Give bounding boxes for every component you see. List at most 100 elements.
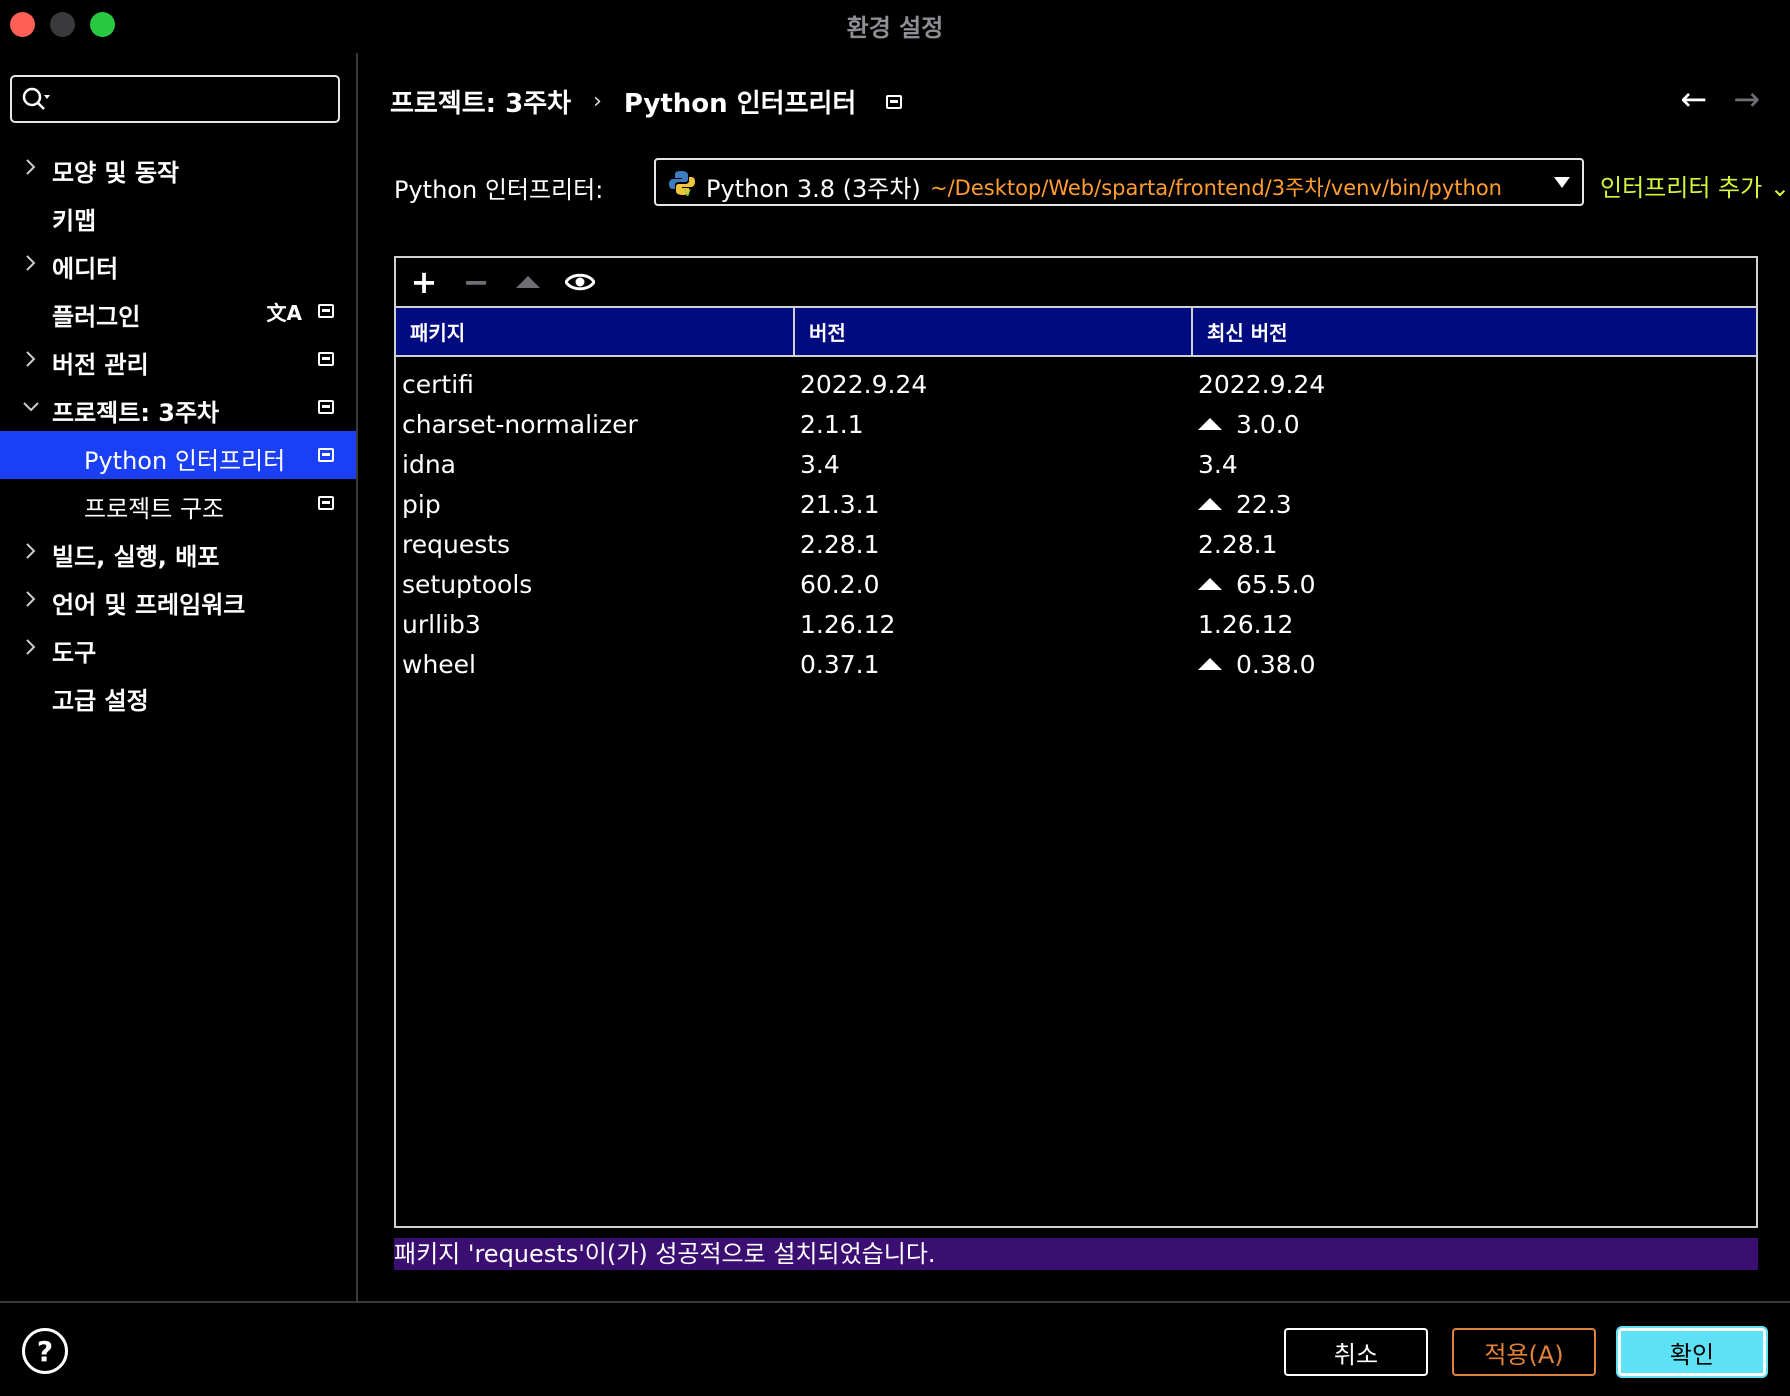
table-row[interactable]: urllib3 1.26.12 1.26.12 [396,604,1756,644]
breadcrumb-project[interactable]: 프로젝트: 3주차 [390,83,571,120]
project-scope-icon [318,352,334,366]
sidebar-item[interactable]: 에디터 [0,239,356,287]
upgrade-package-button[interactable] [512,266,544,298]
chevron-right-icon[interactable] [22,541,40,561]
forward-arrow-icon[interactable]: → [1733,83,1760,115]
sidebar-item-label: 에디터 [52,255,119,283]
back-arrow-icon[interactable]: ← [1680,83,1707,115]
package-version: 1.26.12 [800,609,896,639]
sidebar-item-label: 키맵 [52,207,97,235]
sidebar-item-label: 빌드, 실행, 배포 [52,543,220,571]
package-name-cell: requests [396,524,794,564]
table-row[interactable]: idna 3.4 3.4 [396,444,1756,484]
package-latest-cell: 0.38.0 [1192,644,1756,684]
table-row[interactable]: wheel 0.37.1 0.38.0 [396,644,1756,684]
package-version: 2022.9.24 [800,370,928,399]
sidebar-item-label: 고급 설정 [52,687,149,715]
settings-nav-tree: 모양 및 동작키맵에디터플러그인 文A 버전 관리프로젝트: 3주차 Python 인… [0,143,356,719]
package-name: wheel [402,649,476,679]
package-name: certifi [402,370,474,399]
column-header-version[interactable]: 버전 [794,308,1193,357]
package-version-cell: 2.1.1 [794,404,1192,444]
table-row[interactable]: setuptools 60.2.0 65.5.0 [396,564,1756,604]
install-package-button[interactable]: + [408,263,440,301]
upgrade-available-icon [1198,657,1222,670]
sidebar-divider[interactable] [356,53,358,1301]
package-latest: 3.4 [1198,449,1238,479]
packages-table: 패키지 버전 최신 버전 certifi 2022.9.24 2022.9.24 ch… [396,308,1756,684]
show-early-releases-button[interactable] [564,266,596,298]
sidebar-item[interactable]: 플러그인 文A [0,287,356,335]
search-input[interactable] [60,83,330,115]
help-button[interactable]: ? [22,1328,68,1374]
eye-icon [565,273,595,291]
package-name: charset-normalizer [402,409,638,439]
chevron-right-icon[interactable] [22,589,40,609]
package-name: pip [402,489,441,519]
sidebar-item[interactable]: 고급 설정 [0,671,356,719]
chevron-down-icon[interactable] [22,397,40,417]
cancel-button[interactable]: 취소 [1284,1328,1428,1376]
sidebar-item[interactable]: Python 인터프리터 [0,431,356,479]
column-header-latest-version[interactable]: 최신 버전 [1192,308,1756,357]
project-scope-icon [886,94,903,109]
chevron-right-icon[interactable] [22,157,40,177]
add-interpreter-link[interactable]: 인터프리터 추가 ⌄ [1600,168,1790,203]
package-version-cell: 2.28.1 [794,524,1192,564]
table-row[interactable]: requests 2.28.1 2.28.1 [396,524,1756,564]
chevron-right-icon[interactable] [22,253,40,273]
uninstall-package-button[interactable]: − [460,263,492,301]
footer-divider [0,1301,1790,1303]
apply-button[interactable]: 적용(A) [1452,1328,1596,1376]
upgrade-available-icon [1198,497,1222,510]
project-scope-icon [318,496,334,510]
sidebar-item[interactable]: 프로젝트: 3주차 [0,383,356,431]
package-version: 2.1.1 [800,409,864,439]
package-name-cell: pip [396,484,794,524]
interpreter-select[interactable]: v Python 3.8 (3주차) ~/Desktop/Web/sparta/… [654,158,1584,206]
interpreter-path: ~/Desktop/Web/sparta/frontend/3주차/venv/b… [930,176,1502,200]
package-name: requests [402,529,511,559]
chevron-right-icon[interactable] [22,637,40,657]
ok-button[interactable]: 확인 [1618,1328,1766,1376]
package-name-cell: wheel [396,644,794,684]
sidebar-item-label: 프로젝트: 3주차 [52,399,220,427]
package-version: 3.4 [800,449,840,479]
table-row[interactable]: certifi 2022.9.24 2022.9.24 [396,356,1756,404]
table-row[interactable]: charset-normalizer 2.1.1 3.0.0 [396,404,1756,444]
package-latest-cell: 65.5.0 [1192,564,1756,604]
packages-toolbar: + − [396,258,1756,308]
settings-search-field[interactable] [10,75,340,123]
sidebar-item-label: 도구 [52,639,97,667]
sidebar-item[interactable]: 키맵 [0,191,356,239]
sidebar-item[interactable]: 도구 [0,623,356,671]
package-name: urllib3 [402,609,481,639]
package-latest-cell: 2.28.1 [1192,524,1756,564]
project-scope-icon [318,448,334,462]
table-row[interactable]: pip 21.3.1 22.3 [396,484,1756,524]
add-interpreter-label: 인터프리터 추가 [1600,174,1763,202]
upgrade-icon [516,276,540,288]
upgrade-available-icon [1198,577,1222,590]
package-version: 21.3.1 [800,489,880,519]
sidebar-item[interactable]: 모양 및 동작 [0,143,356,191]
sidebar-item[interactable]: 버전 관리 [0,335,356,383]
package-latest-cell: 22.3 [1192,484,1756,524]
package-name-cell: setuptools [396,564,794,604]
package-version: 2.28.1 [800,529,880,559]
sidebar-item[interactable]: 언어 및 프레임워크 [0,575,356,623]
package-version-cell: 0.37.1 [794,644,1192,684]
sidebar-item-label: 프로젝트 구조 [84,495,225,523]
package-version-cell: 21.3.1 [794,484,1192,524]
package-latest: 0.38.0 [1236,649,1316,679]
column-header-package[interactable]: 패키지 [396,308,795,357]
package-latest-cell: 2022.9.24 [1192,356,1756,404]
sidebar-item[interactable]: 빌드, 실행, 배포 [0,527,356,575]
sidebar-item-label: Python 인터프리터 [84,447,286,475]
package-version-cell: 3.4 [794,444,1192,484]
chevron-right-icon[interactable] [22,349,40,369]
python-venv-icon: v [669,171,695,197]
sidebar-item[interactable]: 프로젝트 구조 [0,479,356,527]
interpreter-label: Python 인터프리터: [394,176,604,204]
package-version-cell: 2022.9.24 [794,356,1192,404]
